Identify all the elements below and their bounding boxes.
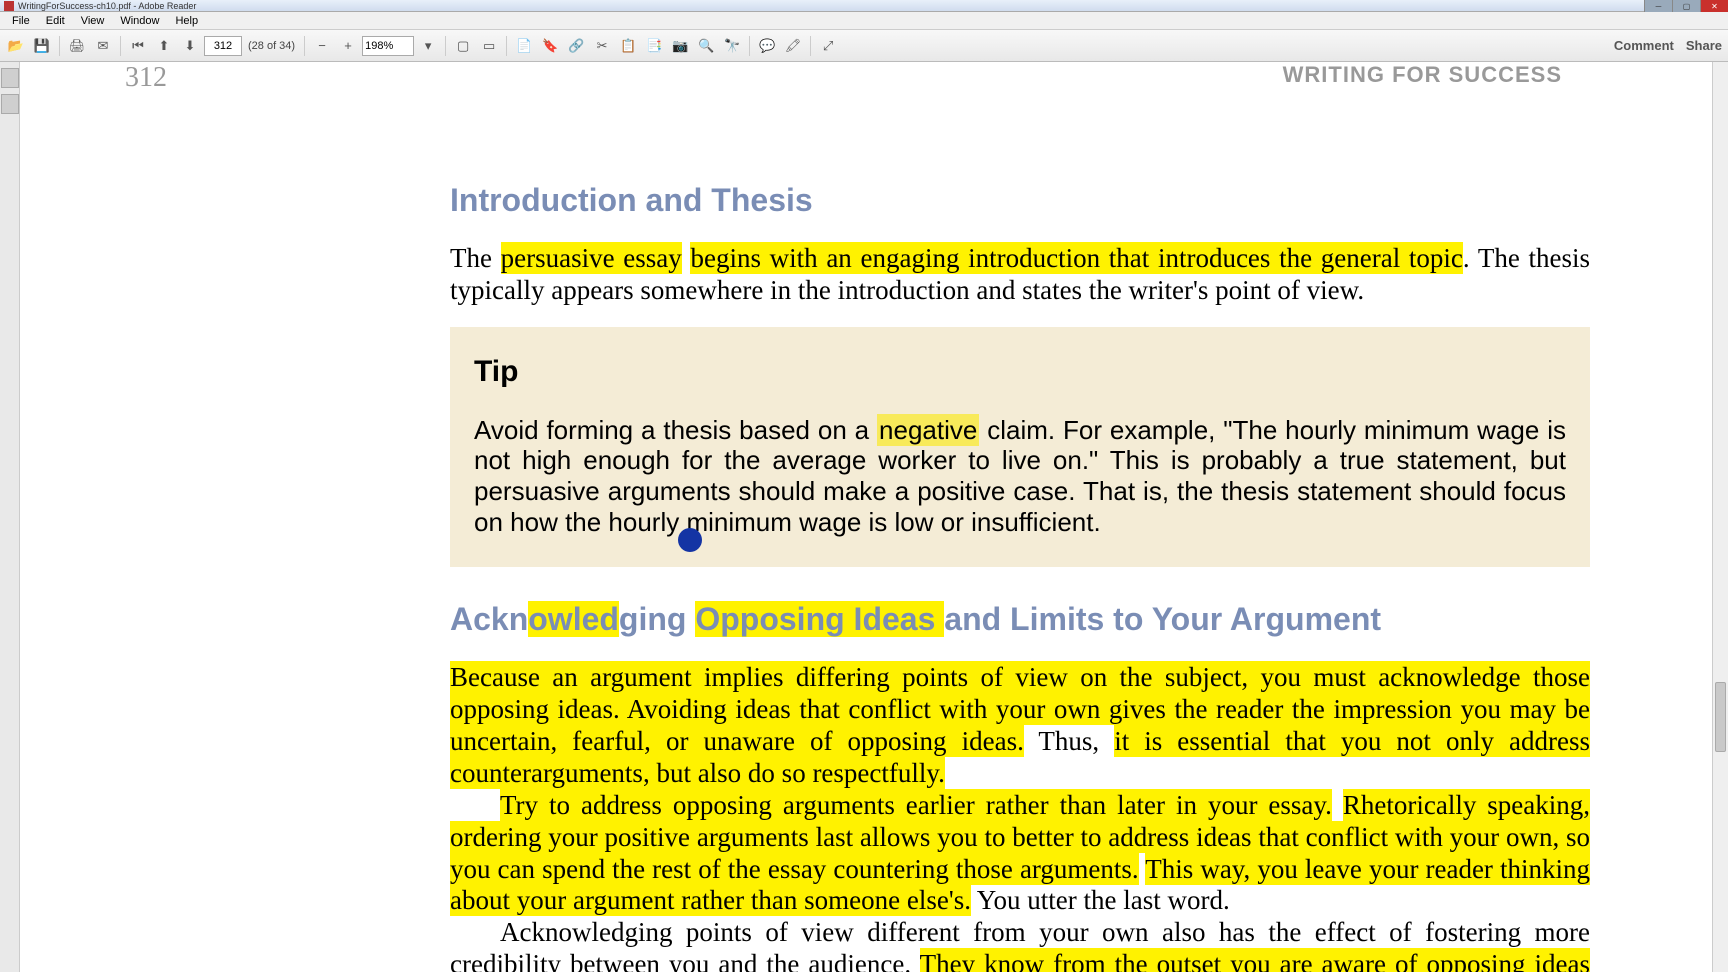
binoculars-button[interactable]: 🔭 [720, 34, 744, 58]
highlight: owled [528, 601, 619, 637]
highlight: persuasive essay [501, 242, 682, 274]
window-title: WritingForSuccess-ch10.pdf - Adobe Reade… [18, 1, 196, 11]
menu-edit[interactable]: Edit [38, 15, 73, 27]
running-head: WRITING FOR SUCCESS [1283, 62, 1562, 88]
sticky-note-button[interactable]: 💬 [755, 34, 779, 58]
open-file-button[interactable]: 📂 [4, 34, 28, 58]
tip-box: Tip Avoid forming a thesis based on a ne… [450, 327, 1590, 568]
scrollbar-thumb[interactable] [1715, 682, 1726, 752]
find-button[interactable]: 🔍 [694, 34, 718, 58]
window-maximize-button[interactable]: ▢ [1672, 0, 1700, 12]
thumbnails-tab-icon[interactable] [1, 68, 19, 88]
tip-heading: Tip [474, 355, 1566, 389]
zoom-out-button[interactable]: − [310, 34, 334, 58]
pdf-page: 312 WRITING FOR SUCCESS Introduction and… [20, 62, 1712, 972]
cursor-indicator-icon [678, 528, 702, 552]
window-minimize-button[interactable]: ─ [1644, 0, 1672, 12]
zoom-select[interactable] [362, 36, 414, 56]
first-page-button[interactable]: ⏮ [126, 34, 150, 58]
next-page-button[interactable]: ⬇ [178, 34, 202, 58]
print-button[interactable]: 🖨 [65, 34, 89, 58]
intro-paragraph: The persuasive essay begins with an enga… [450, 243, 1590, 307]
highlight: Opposing Ideas [695, 601, 944, 637]
toolbar: 📂 💾 🖨 ✉ ⏮ ⬆ ⬇ (28 of 34) − + ▾ ▢ ▭ 📄 🔖 🔗… [0, 30, 1728, 62]
window-titlebar: WritingForSuccess-ch10.pdf - Adobe Reade… [0, 0, 1728, 12]
page-number-input[interactable] [204, 36, 242, 56]
opposing-paragraph-1: Because an argument implies differing po… [450, 662, 1590, 789]
comment-panel-button[interactable]: Comment [1614, 38, 1674, 53]
highlight: Try to address opposing arguments earlie… [500, 789, 1332, 821]
highlight: begins with an engaging introduction tha… [690, 242, 1462, 274]
tip-paragraph: Avoid forming a thesis based on a negati… [474, 415, 1566, 538]
email-button[interactable]: ✉ [91, 34, 115, 58]
save-button[interactable]: 💾 [30, 34, 54, 58]
menu-help[interactable]: Help [167, 15, 206, 27]
zoom-dropdown-button[interactable]: ▾ [416, 34, 440, 58]
search-highlight: negative [877, 414, 979, 446]
section-heading-intro: Introduction and Thesis [450, 182, 1590, 219]
zoom-in-button[interactable]: + [336, 34, 360, 58]
page-number-label: 312 [125, 62, 167, 94]
share-panel-button[interactable]: Share [1686, 38, 1722, 53]
insert-page-button[interactable]: 📄 [512, 34, 536, 58]
document-viewport[interactable]: 312 WRITING FOR SUCCESS Introduction and… [20, 62, 1712, 972]
opposing-paragraph-3: Acknowledging points of view different f… [450, 917, 1590, 972]
copy-button[interactable]: 📋 [616, 34, 640, 58]
app-icon [4, 1, 14, 11]
menu-view[interactable]: View [73, 15, 113, 27]
left-nav-pane [0, 62, 20, 972]
vertical-scrollbar[interactable] [1712, 62, 1728, 972]
bookmark-button[interactable]: 🔖 [538, 34, 562, 58]
highlight-button[interactable]: 🖍 [781, 34, 805, 58]
link-button[interactable]: 🔗 [564, 34, 588, 58]
snapshot-button[interactable]: 📷 [668, 34, 692, 58]
window-close-button[interactable]: ✕ [1700, 0, 1728, 12]
paste-button[interactable]: 📑 [642, 34, 666, 58]
read-mode-button[interactable]: ⤢ [816, 34, 840, 58]
menu-bar: File Edit View Window Help [0, 12, 1728, 30]
menu-window[interactable]: Window [112, 15, 167, 27]
fit-width-button[interactable]: ▭ [477, 34, 501, 58]
attachments-tab-icon[interactable] [1, 94, 19, 114]
fit-page-button[interactable]: ▢ [451, 34, 475, 58]
section-heading-opposing: Acknowledging Opposing Ideas and Limits … [450, 601, 1590, 638]
cut-button[interactable]: ✂ [590, 34, 614, 58]
prev-page-button[interactable]: ⬆ [152, 34, 176, 58]
page-count-label: (28 of 34) [244, 40, 299, 52]
menu-file[interactable]: File [4, 15, 38, 27]
opposing-paragraph-2: Try to address opposing arguments earlie… [450, 790, 1590, 917]
